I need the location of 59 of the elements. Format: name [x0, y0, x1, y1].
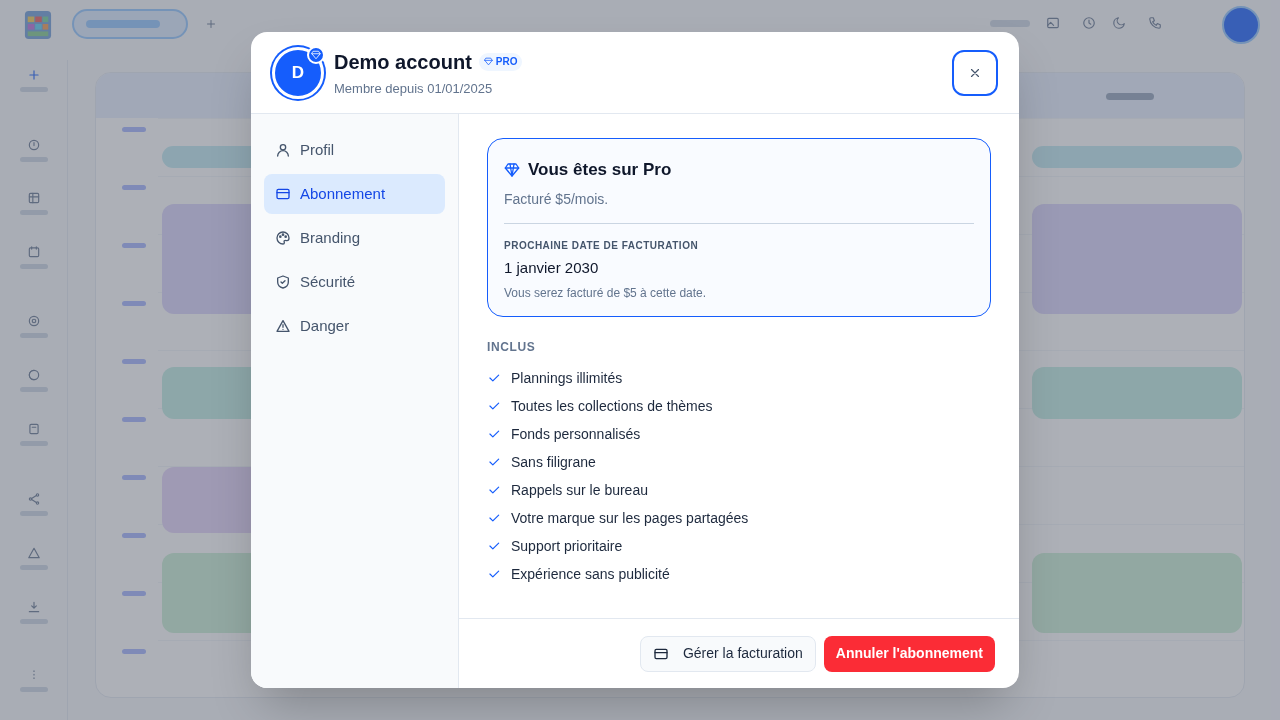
- card-icon: [275, 186, 291, 202]
- billing-date: 1 janvier 2030: [504, 257, 600, 278]
- nav-item[interactable]: Profil: [264, 130, 445, 170]
- plus-icon[interactable]: [205, 18, 217, 30]
- account-name: Demo account: [334, 49, 472, 75]
- feature-item: Plannings illimités: [511, 368, 623, 388]
- plan-price: Facturé $5/mois.: [504, 188, 974, 224]
- text-bar: [122, 533, 146, 538]
- text-bar: [122, 591, 146, 596]
- diamond-icon: [311, 49, 321, 60]
- text-bar: [122, 127, 146, 132]
- diamond-icon: [483, 57, 493, 67]
- plus-icon[interactable]: [27, 68, 41, 82]
- diamond-icon: [504, 161, 520, 178]
- warning-icon: [275, 318, 291, 334]
- feature-item: Support prioritaire: [511, 536, 623, 556]
- grid-icon[interactable]: [27, 191, 41, 205]
- feature-item: Votre marque sur les pages partagées: [511, 508, 749, 528]
- file-icon[interactable]: [27, 422, 41, 436]
- feature-item: Fonds personnalisés: [511, 424, 641, 444]
- section-heading: INCLUS: [487, 339, 537, 356]
- nav-item[interactable]: Branding: [264, 218, 445, 258]
- nav-item[interactable]: Abonnement: [264, 174, 445, 214]
- text-bar: [122, 243, 146, 248]
- phone-icon[interactable]: [1148, 16, 1162, 30]
- pro-badge: PRO: [478, 52, 523, 71]
- plan-title: Vous êtes sur Pro: [528, 159, 672, 181]
- feature-item: Rappels sur le bureau: [511, 480, 648, 500]
- text-bar: [122, 301, 146, 306]
- feature-item: Sans filigrane: [511, 452, 596, 472]
- text-bar: [122, 417, 146, 422]
- member-since: Membre depuis 01/01/2025: [334, 79, 494, 98]
- avatar-initial: D: [291, 61, 305, 84]
- text-bar: [122, 649, 146, 654]
- text-bar: [122, 475, 146, 480]
- download-icon[interactable]: [27, 600, 41, 614]
- nav-item[interactable]: Danger: [264, 306, 445, 346]
- clock-icon[interactable]: [1082, 16, 1096, 30]
- triangle-icon[interactable]: [27, 546, 41, 560]
- moon-icon[interactable]: [1112, 16, 1126, 30]
- text-bar: [122, 185, 146, 190]
- info-icon[interactable]: [27, 138, 41, 152]
- nav-item[interactable]: Sécurité: [264, 262, 445, 302]
- cancel-subscription-button[interactable]: Annuler l'abonnement: [823, 635, 995, 672]
- user-icon: [275, 142, 291, 158]
- billing-note: Vous serez facturé de $5 à cette date.: [504, 285, 708, 302]
- calendar-logo[interactable]: [24, 8, 52, 40]
- image-icon[interactable]: [1046, 16, 1060, 30]
- manage-billing-button[interactable]: Gérer la facturation: [639, 635, 816, 672]
- text-bar: [1106, 93, 1154, 100]
- text-bar: [122, 359, 146, 364]
- calendar-icon[interactable]: [27, 245, 41, 259]
- account-avatar[interactable]: [1222, 6, 1260, 44]
- billing-label: PROCHAINE DATE DE FACTURATION: [504, 238, 700, 253]
- close-button[interactable]: [952, 49, 998, 96]
- feature-item: Toutes les collections de thèmes: [511, 396, 713, 416]
- share-icon[interactable]: [27, 492, 41, 506]
- shield-icon: [275, 274, 291, 290]
- feature-item: Expérience sans publicité: [511, 564, 670, 584]
